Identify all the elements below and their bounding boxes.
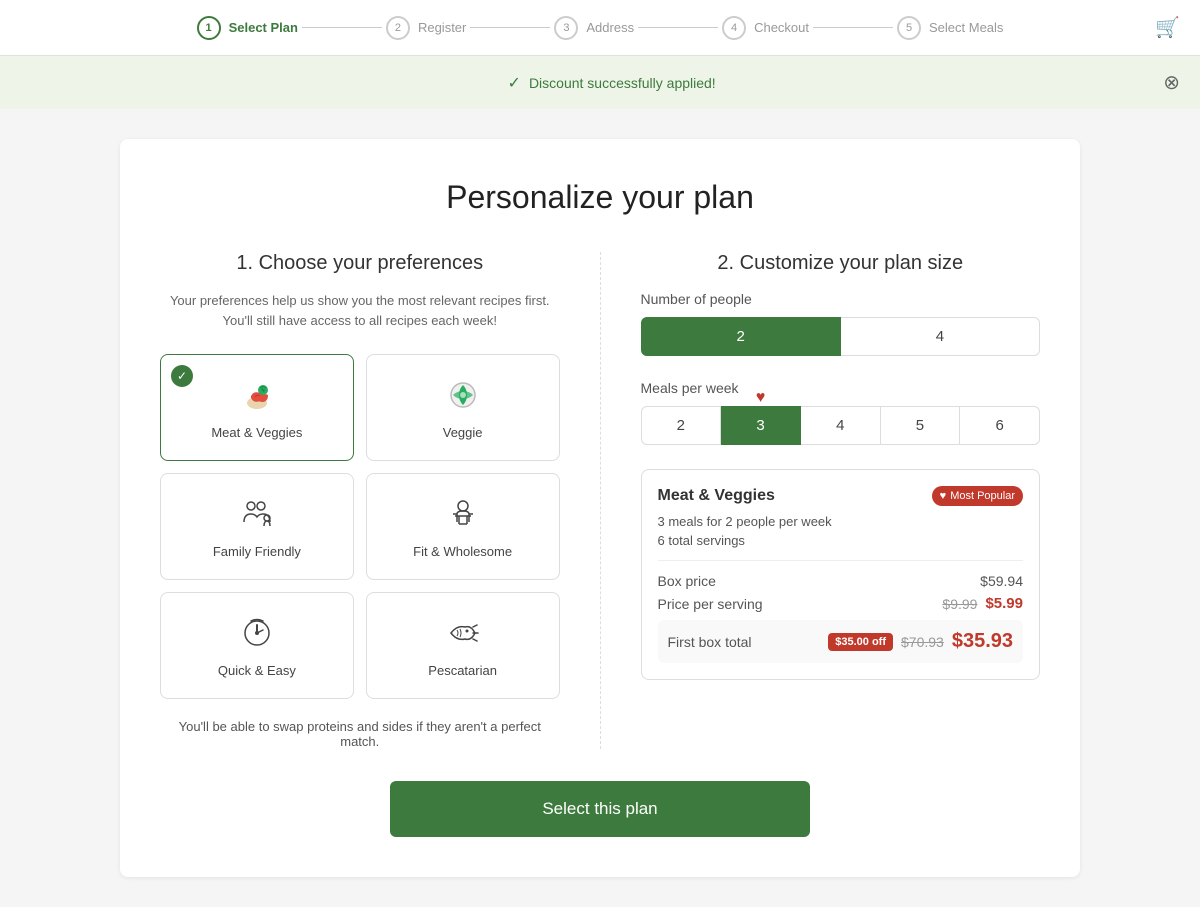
meals-4-button[interactable]: 4	[801, 406, 881, 445]
pref-meat-veggies[interactable]: ✓ Meat & Veggies	[160, 354, 354, 461]
fit-wholesome-icon	[443, 494, 483, 534]
heart-icon: ♥	[940, 490, 947, 502]
total-prices: $35.00 off $70.93 $35.93	[828, 630, 1013, 653]
step-4-circle: 4	[722, 16, 746, 40]
per-serving-original: $9.99	[942, 596, 977, 612]
meat-veggies-icon	[237, 375, 277, 415]
checkmark-icon: ✓	[508, 73, 521, 93]
discount-banner: ✓ Discount successfully applied! ⊗	[0, 56, 1200, 109]
total-original: $70.93	[901, 634, 944, 650]
main-content: Personalize your plan 1. Choose your pre…	[0, 109, 1200, 907]
pref-family-friendly-label: Family Friendly	[213, 544, 301, 559]
step-3-circle: 3	[554, 16, 578, 40]
preferences-column: 1. Choose your preferences Your preferen…	[160, 252, 601, 749]
swap-note: You'll be able to swap proteins and side…	[160, 719, 560, 749]
meals-options: 2 ♥ 3 4 5 6	[641, 406, 1041, 445]
step-5[interactable]: 5 Select Meals	[897, 16, 1003, 40]
section2-title: 2. Customize your plan size	[641, 252, 1041, 275]
step-2[interactable]: 2 Register	[386, 16, 466, 40]
section1-title: 1. Choose your preferences	[160, 252, 560, 275]
discount-message: Discount successfully applied!	[529, 75, 716, 91]
pref-family-friendly[interactable]: Family Friendly	[160, 473, 354, 580]
cart-icon[interactable]: 🛒	[1155, 15, 1180, 40]
most-popular-badge: ♥ Most Popular	[932, 486, 1023, 506]
pref-fit-wholesome[interactable]: Fit & Wholesome	[366, 473, 560, 580]
page-title: Personalize your plan	[160, 179, 1040, 216]
plan-divider	[658, 560, 1024, 561]
step-line-2	[470, 27, 550, 28]
pref-fit-wholesome-label: Fit & Wholesome	[413, 544, 512, 559]
pref-veggie-label: Veggie	[443, 425, 483, 440]
plan-card: Personalize your plan 1. Choose your pre…	[120, 139, 1080, 877]
box-price-label: Box price	[658, 573, 716, 589]
step-1-circle: 1	[197, 16, 221, 40]
meals-control: Meals per week 2 ♥ 3 4 5 6	[641, 380, 1041, 445]
per-serving-label: Price per serving	[658, 596, 763, 612]
pescatarian-icon	[443, 613, 483, 653]
step-4[interactable]: 4 Checkout	[722, 16, 809, 40]
meals-2-button[interactable]: 2	[641, 406, 722, 445]
plan-detail-1: 3 meals for 2 people per week	[658, 514, 1024, 529]
per-serving-discounted: $5.99	[985, 595, 1023, 612]
first-box-label: First box total	[668, 634, 752, 650]
family-friendly-icon	[237, 494, 277, 534]
veggie-icon	[443, 375, 483, 415]
per-serving-row: Price per serving $9.99 $5.99	[658, 595, 1024, 612]
people-2-button[interactable]: 2	[641, 317, 841, 356]
meals-5-button[interactable]: 5	[881, 406, 961, 445]
header: 1 Select Plan 2 Register 3 Address 4 Che…	[0, 0, 1200, 56]
total-final: $35.93	[952, 630, 1013, 653]
discount-tag: $35.00 off	[828, 633, 893, 651]
step-4-label: Checkout	[754, 20, 809, 35]
plan-detail-2: 6 total servings	[658, 533, 1024, 548]
preferences-grid: ✓ Meat & Veggies	[160, 354, 560, 699]
plan-box-title: Meat & Veggies	[658, 487, 775, 505]
pref-pescatarian-label: Pescatarian	[428, 663, 497, 678]
pref-meat-veggies-label: Meat & Veggies	[211, 425, 302, 440]
dismiss-banner-button[interactable]: ⊗	[1163, 70, 1180, 95]
columns: 1. Choose your preferences Your preferen…	[160, 252, 1040, 749]
people-label: Number of people	[641, 291, 1041, 307]
cta-wrapper: Select this plan	[160, 781, 1040, 837]
step-5-label: Select Meals	[929, 20, 1003, 35]
plan-box-header: Meat & Veggies ♥ Most Popular	[658, 486, 1024, 506]
people-control: Number of people 2 4	[641, 291, 1041, 356]
meals-3-button[interactable]: ♥ 3	[721, 406, 801, 445]
customize-column: 2. Customize your plan size Number of pe…	[601, 252, 1041, 749]
plan-summary-box: Meat & Veggies ♥ Most Popular 3 meals fo…	[641, 469, 1041, 680]
step-5-circle: 5	[897, 16, 921, 40]
first-box-total-row: First box total $35.00 off $70.93 $35.93	[658, 620, 1024, 663]
step-line-3	[638, 27, 718, 28]
section1-subtitle: Your preferences help us show you the mo…	[160, 291, 560, 330]
step-line-1	[302, 27, 382, 28]
pref-quick-easy-label: Quick & Easy	[218, 663, 296, 678]
step-2-circle: 2	[386, 16, 410, 40]
selected-check-icon: ✓	[171, 365, 193, 387]
most-popular-label: Most Popular	[950, 490, 1015, 502]
popular-arrow-icon: ♥	[756, 389, 766, 407]
per-serving-prices: $9.99 $5.99	[942, 595, 1023, 612]
step-line-4	[813, 27, 893, 28]
stepper: 1 Select Plan 2 Register 3 Address 4 Che…	[60, 16, 1140, 40]
step-3-label: Address	[586, 20, 634, 35]
box-price-value: $59.94	[980, 573, 1023, 589]
quick-easy-icon	[237, 613, 277, 653]
meals-6-button[interactable]: 6	[960, 406, 1040, 445]
people-options: 2 4	[641, 317, 1041, 356]
step-2-label: Register	[418, 20, 466, 35]
step-1-label: Select Plan	[229, 20, 298, 35]
pref-pescatarian[interactable]: Pescatarian	[366, 592, 560, 699]
people-4-button[interactable]: 4	[841, 317, 1040, 356]
step-3[interactable]: 3 Address	[554, 16, 634, 40]
box-price-row: Box price $59.94	[658, 573, 1024, 589]
pref-quick-easy[interactable]: Quick & Easy	[160, 592, 354, 699]
pref-veggie[interactable]: Veggie	[366, 354, 560, 461]
meals-label: Meals per week	[641, 380, 1041, 396]
step-1[interactable]: 1 Select Plan	[197, 16, 298, 40]
discount-text: ✓ Discount successfully applied!	[60, 73, 1163, 93]
select-plan-button[interactable]: Select this plan	[390, 781, 810, 837]
